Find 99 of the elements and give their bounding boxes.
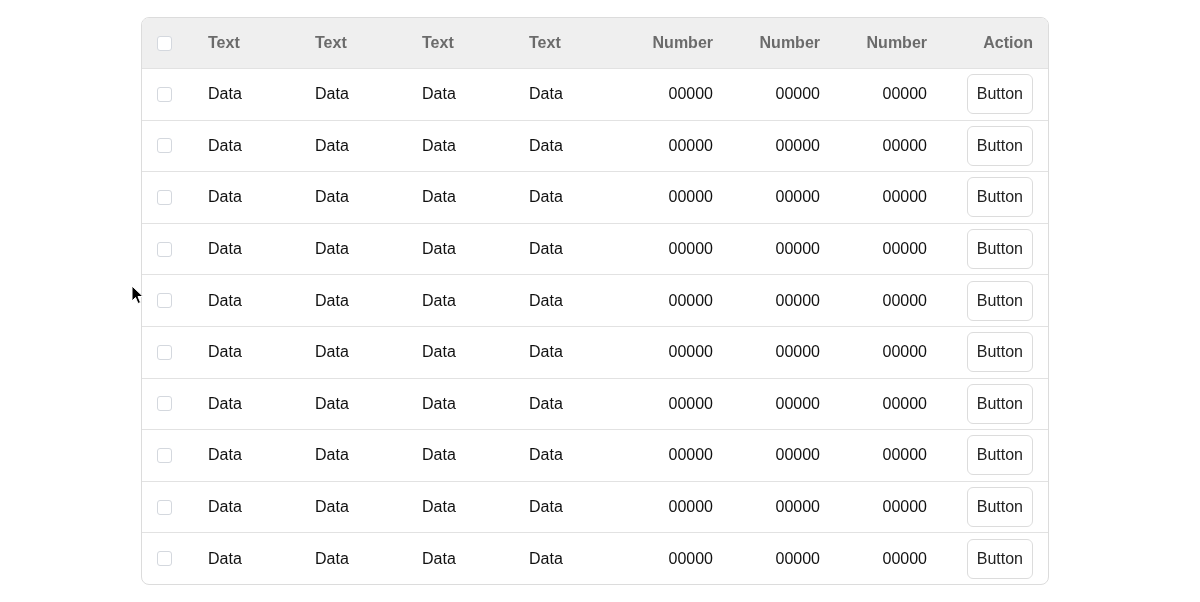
table-cell: Data xyxy=(422,291,456,309)
table-cell: Data xyxy=(422,549,456,567)
table-cell: 00000 xyxy=(882,343,927,361)
table-cell: Data xyxy=(529,291,563,309)
table-cell: Data xyxy=(208,446,242,464)
table-cell: Data xyxy=(422,446,456,464)
table-cell: Data xyxy=(315,188,349,206)
table-cell: Data xyxy=(208,549,242,567)
row-button[interactable]: Button xyxy=(966,538,1033,579)
row-button[interactable]: Button xyxy=(966,280,1033,321)
table-cell: Data xyxy=(315,136,349,154)
table-cell: Data xyxy=(208,343,242,361)
table-cell: Data xyxy=(422,394,456,412)
table-cell: Data xyxy=(315,549,349,567)
table-cell: Data xyxy=(315,291,349,309)
column-header: Number xyxy=(758,33,821,53)
table-cell: 00000 xyxy=(668,85,713,103)
row-button[interactable]: Button xyxy=(966,332,1033,373)
table-cell: 00000 xyxy=(882,136,927,154)
table-cell: 00000 xyxy=(882,85,927,103)
table-cell: 00000 xyxy=(775,240,820,258)
table-cell: Data xyxy=(529,136,563,154)
checkbox[interactable] xyxy=(157,138,172,154)
table-cell: Data xyxy=(529,394,563,412)
table-cell: 00000 xyxy=(668,549,713,567)
table-cell: Data xyxy=(529,498,563,516)
table-cell: 00000 xyxy=(668,188,713,206)
table-cell: Data xyxy=(315,85,349,103)
table-cell: 00000 xyxy=(668,343,713,361)
row-button[interactable]: Button xyxy=(966,74,1033,115)
table-cell: Data xyxy=(208,188,242,206)
row-button[interactable]: Button xyxy=(966,229,1033,270)
table-cell: 00000 xyxy=(668,394,713,412)
column-header: Text xyxy=(314,33,348,53)
table-cell: 00000 xyxy=(775,498,820,516)
table-cell: Data xyxy=(315,498,349,516)
table-cell: 00000 xyxy=(668,136,713,154)
checkbox[interactable] xyxy=(157,241,172,257)
table-cell: Data xyxy=(529,549,563,567)
table-cell: 00000 xyxy=(668,291,713,309)
row-button[interactable]: Button xyxy=(966,125,1033,166)
column-header: Number xyxy=(651,33,714,53)
table-cell: 00000 xyxy=(775,446,820,464)
table-cell: Data xyxy=(208,291,242,309)
table-cell: 00000 xyxy=(668,498,713,516)
table-cell: 00000 xyxy=(882,188,927,206)
table-cell: Data xyxy=(208,85,242,103)
table-cell: Data xyxy=(315,394,349,412)
checkbox[interactable] xyxy=(157,190,172,205)
column-header: Text xyxy=(421,33,455,53)
column-header: Text xyxy=(207,33,241,53)
table-cell: 00000 xyxy=(882,498,927,516)
table-cell: 00000 xyxy=(882,240,927,258)
table-cell: 00000 xyxy=(882,549,927,567)
table-cell: 00000 xyxy=(775,291,820,309)
table-cell: Data xyxy=(315,343,349,361)
table-cell: 00000 xyxy=(882,394,927,412)
column-header: Number xyxy=(865,33,928,53)
checkbox[interactable] xyxy=(157,293,172,309)
row-button[interactable]: Button xyxy=(966,435,1033,476)
table-cell: Data xyxy=(422,240,456,258)
row-button[interactable]: Button xyxy=(966,177,1033,218)
table-cell: Data xyxy=(208,240,242,258)
table-cell: 00000 xyxy=(775,136,820,154)
table-cell: Data xyxy=(529,188,563,206)
row-button[interactable]: Button xyxy=(966,383,1033,424)
table-cell: Data xyxy=(422,343,456,361)
table-cell: Data xyxy=(529,240,563,258)
checkbox[interactable] xyxy=(157,499,172,515)
checkbox[interactable] xyxy=(157,344,172,360)
checkbox[interactable] xyxy=(157,86,172,102)
table-cell: 00000 xyxy=(668,240,713,258)
checkbox[interactable] xyxy=(157,35,172,51)
checkbox[interactable] xyxy=(157,447,172,463)
table-cell: 00000 xyxy=(882,291,927,309)
table-cell: Data xyxy=(422,85,456,103)
table-cell: Data xyxy=(208,136,242,154)
table-cell: Data xyxy=(529,343,563,361)
table-cell: Data xyxy=(208,394,242,412)
table-cell: 00000 xyxy=(775,85,820,103)
table-cell: Data xyxy=(315,446,349,464)
table-cell: Data xyxy=(529,85,563,103)
checkbox[interactable] xyxy=(157,551,172,567)
table-cell: Data xyxy=(529,446,563,464)
table-cell: 00000 xyxy=(775,188,820,206)
table-cell: Data xyxy=(422,136,456,154)
table-cell: 00000 xyxy=(668,446,713,464)
column-header: Text xyxy=(528,33,562,53)
table-cell: Data xyxy=(208,498,242,516)
column-header: Action xyxy=(982,33,1034,53)
table-cell: Data xyxy=(315,240,349,258)
table-cell: 00000 xyxy=(775,343,820,361)
row-button[interactable]: Button xyxy=(966,487,1033,528)
table-cell: Data xyxy=(422,188,456,206)
table-cell: 00000 xyxy=(882,446,927,464)
table-cell: 00000 xyxy=(775,549,820,567)
table-cell: 00000 xyxy=(775,394,820,412)
table-cell: Data xyxy=(422,498,456,516)
checkbox[interactable] xyxy=(157,396,172,412)
